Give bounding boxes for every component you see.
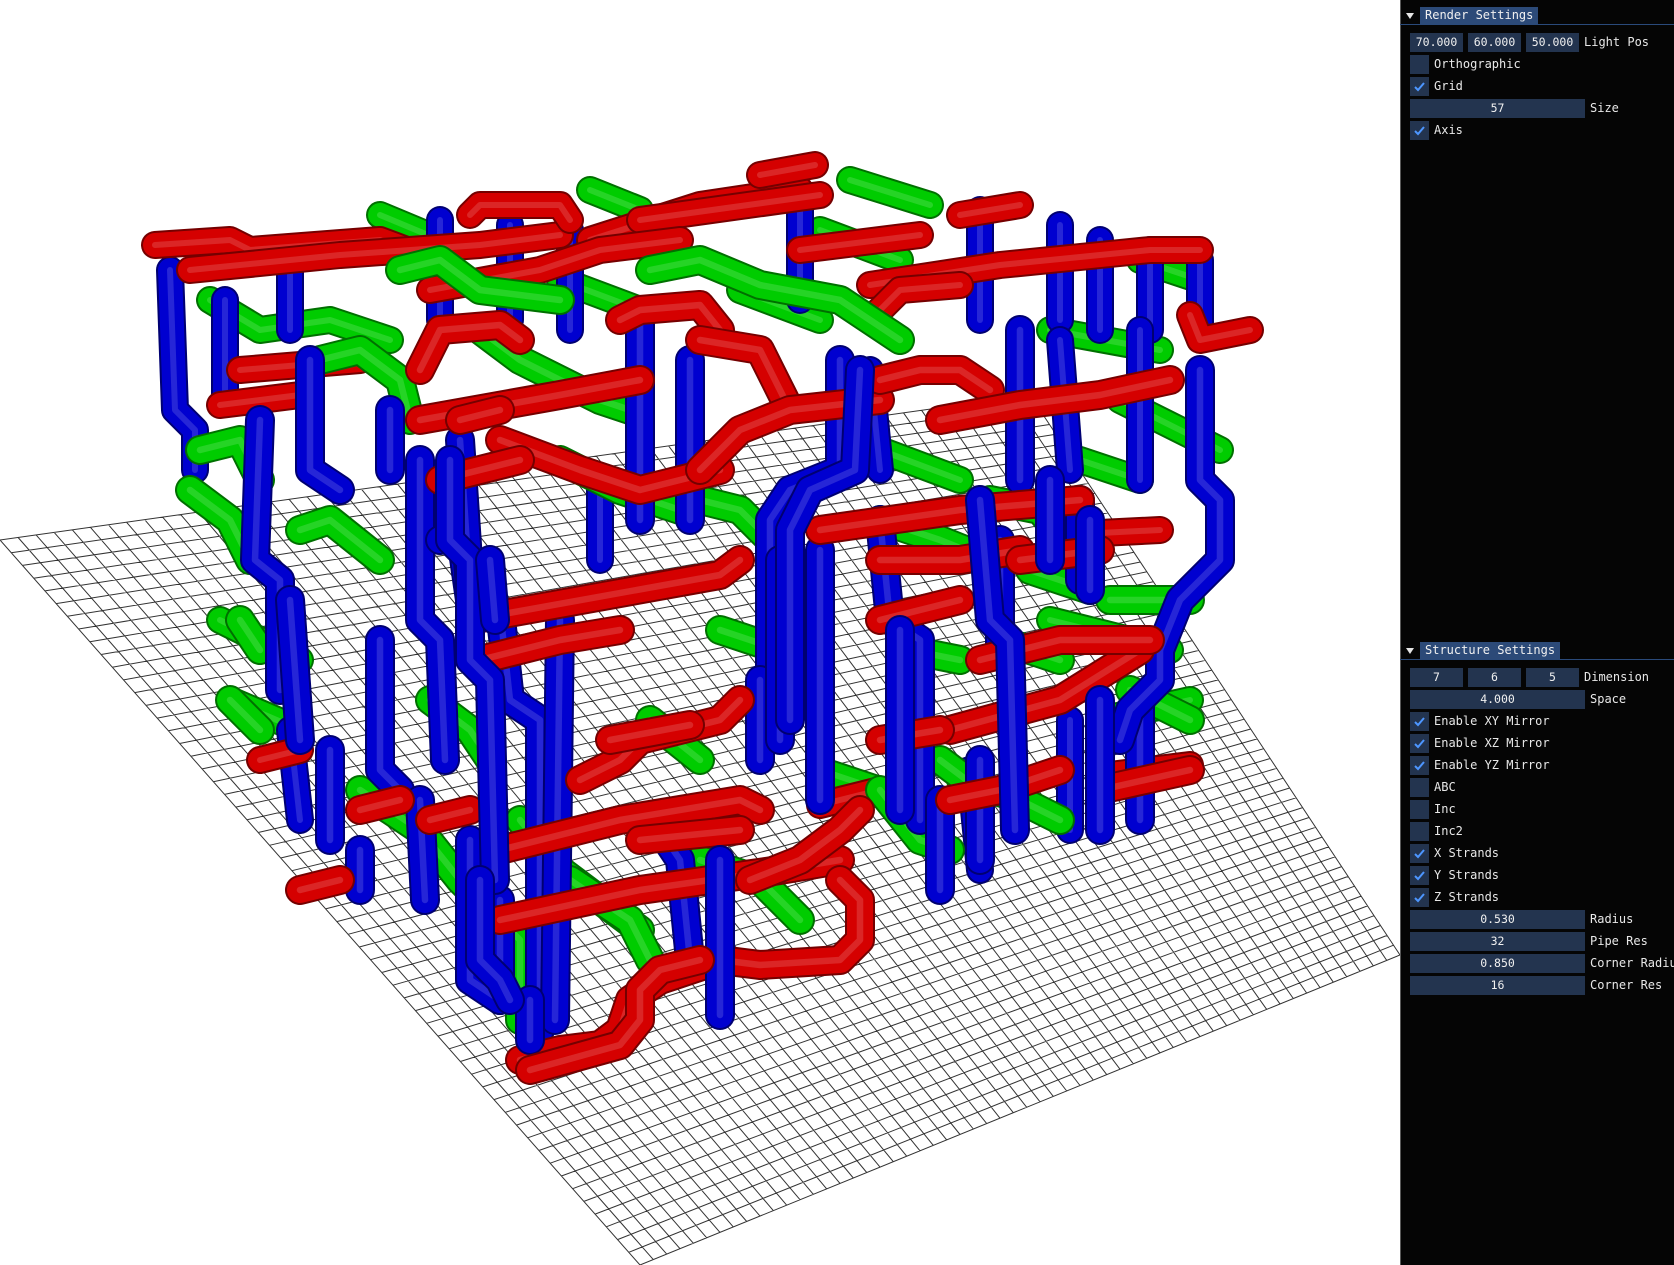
radius-row: 0.530 Radius (1410, 909, 1633, 929)
structure-settings-titlebar[interactable]: Structure Settings (1400, 642, 1674, 660)
orthographic-label: Orthographic (1434, 57, 1521, 71)
enable-yz-mirror-label: Enable YZ Mirror (1434, 758, 1550, 772)
check-icon (1414, 716, 1425, 726)
y-strands-label: Y Strands (1434, 868, 1500, 882)
scene-canvas (0, 151, 1400, 1265)
enable-xz-mirror-checkbox[interactable] (1410, 733, 1429, 753)
enable-yz-mirror-checkbox[interactable] (1410, 755, 1429, 775)
render-settings-title: Render Settings (1420, 7, 1539, 24)
light-pos-z-field[interactable]: 50.000 (1526, 32, 1579, 52)
collapse-arrow-icon[interactable] (1404, 10, 1416, 22)
grid-checkbox[interactable] (1410, 76, 1429, 96)
dimension-y-field[interactable]: 6 (1468, 667, 1521, 687)
check-icon (1414, 870, 1425, 880)
light-pos-label: Light Pos (1584, 35, 1650, 49)
abc-row: ABC (1410, 777, 1456, 797)
size-label: Size (1590, 101, 1619, 115)
enable-xz-mirror-row: Enable XZ Mirror (1410, 733, 1550, 753)
inc-row: Inc (1410, 799, 1456, 819)
inc2-checkbox[interactable] (1410, 821, 1429, 841)
inc2-label: Inc2 (1434, 824, 1463, 838)
corner-res-label: Corner Res (1590, 978, 1663, 992)
z-strands-checkbox[interactable] (1410, 887, 1429, 907)
abc-checkbox[interactable] (1410, 777, 1429, 797)
dimension-z-field[interactable]: 5 (1526, 667, 1579, 687)
structure-settings-title: Structure Settings (1420, 642, 1561, 659)
dimension-row: 7 6 5 Dimension (1410, 667, 1649, 687)
enable-xy-mirror-row: Enable XY Mirror (1410, 711, 1550, 731)
check-icon (1414, 892, 1425, 902)
space-label: Space (1590, 692, 1627, 706)
axis-label: Axis (1434, 123, 1463, 137)
radius-slider[interactable]: 0.530 (1410, 909, 1585, 929)
3d-viewport[interactable] (0, 0, 1400, 1265)
grid-row: Grid (1410, 76, 1463, 96)
check-icon (1414, 760, 1425, 770)
render-settings-window: Render Settings 70.000 60.000 50.000 Lig… (1400, 7, 1674, 607)
orthographic-checkbox[interactable] (1410, 54, 1429, 74)
grid-label: Grid (1434, 79, 1463, 93)
corner-res-row: 16 Corner Res (1410, 975, 1662, 995)
render-settings-titlebar[interactable]: Render Settings (1400, 7, 1674, 25)
abc-label: ABC (1434, 780, 1456, 794)
dimension-x-field[interactable]: 7 (1410, 667, 1463, 687)
structure-settings-window: Structure Settings 7 6 5 Dimension 4.000… (1400, 642, 1674, 1265)
check-icon (1414, 738, 1425, 748)
orthographic-row: Orthographic (1410, 54, 1521, 74)
space-row: 4.000 Space (1410, 689, 1626, 709)
light-pos-row: 70.000 60.000 50.000 Light Pos (1410, 32, 1649, 52)
light-pos-x-field[interactable]: 70.000 (1410, 32, 1463, 52)
enable-yz-mirror-row: Enable YZ Mirror (1410, 755, 1550, 775)
z-strands-row: Z Strands (1410, 887, 1499, 907)
size-slider[interactable]: 57 (1410, 98, 1585, 118)
corner-radius-label: Corner Radius (1590, 956, 1674, 970)
check-icon (1414, 125, 1425, 135)
enable-xy-mirror-checkbox[interactable] (1410, 711, 1429, 731)
size-row: 57 Size (1410, 98, 1619, 118)
enable-xz-mirror-label: Enable XZ Mirror (1434, 736, 1550, 750)
check-icon (1414, 848, 1425, 858)
x-strands-row: X Strands (1410, 843, 1499, 863)
x-strands-label: X Strands (1434, 846, 1500, 860)
corner-radius-slider[interactable]: 0.850 (1410, 953, 1585, 973)
y-strands-row: Y Strands (1410, 865, 1499, 885)
axis-checkbox[interactable] (1410, 120, 1429, 140)
z-strands-label: Z Strands (1434, 890, 1500, 904)
space-slider[interactable]: 4.000 (1410, 689, 1585, 709)
corner-res-slider[interactable]: 16 (1410, 975, 1585, 995)
pipe-res-row: 32 Pipe Res (1410, 931, 1648, 951)
radius-label: Radius (1590, 912, 1634, 926)
corner-radius-row: 0.850 Corner Radius (1410, 953, 1674, 973)
axis-row: Axis (1410, 120, 1463, 140)
inc-checkbox[interactable] (1410, 799, 1429, 819)
inc-label: Inc (1434, 802, 1456, 816)
pipe-res-label: Pipe Res (1590, 934, 1648, 948)
x-strands-checkbox[interactable] (1410, 843, 1429, 863)
dimension-label: Dimension (1584, 670, 1650, 684)
check-icon (1414, 81, 1425, 91)
pipe-res-slider[interactable]: 32 (1410, 931, 1585, 951)
inc2-row: Inc2 (1410, 821, 1463, 841)
pipe-structure (141, 151, 1264, 1085)
enable-xy-mirror-label: Enable XY Mirror (1434, 714, 1550, 728)
collapse-arrow-icon[interactable] (1404, 645, 1416, 657)
y-strands-checkbox[interactable] (1410, 865, 1429, 885)
light-pos-y-field[interactable]: 60.000 (1468, 32, 1521, 52)
